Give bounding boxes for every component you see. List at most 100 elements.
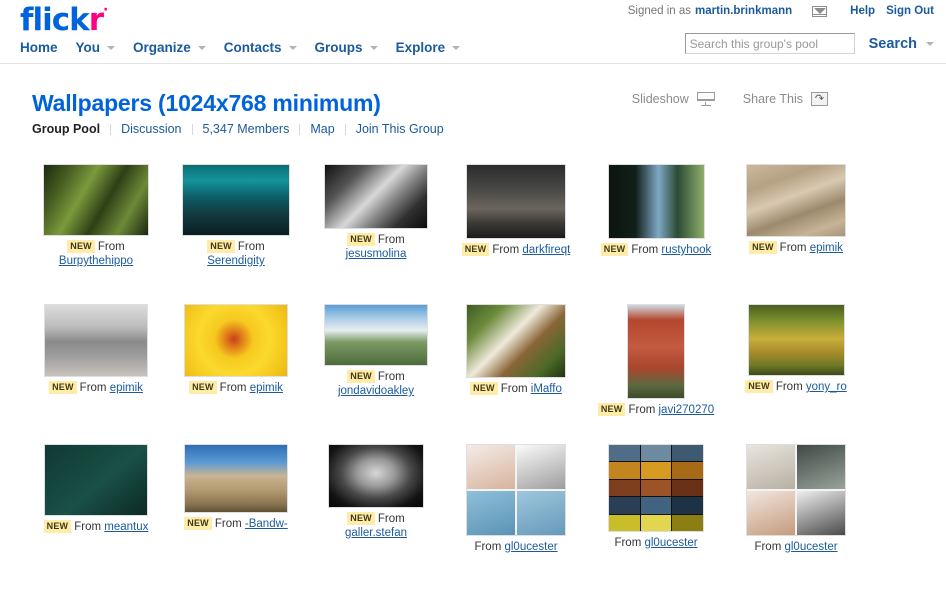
group-tabs: Group Pool Discussion 5,347 Members Map … [32, 122, 946, 136]
photo-caption: NEW From darkfireqt [461, 243, 570, 257]
new-badge: NEW [597, 403, 626, 416]
logo-text-primary: flick [20, 2, 90, 38]
tab-group-pool[interactable]: Group Pool [32, 122, 110, 136]
collage-tile [747, 491, 795, 535]
photo-owner-link[interactable]: epimik [810, 242, 843, 254]
nav-item-organize[interactable]: Organize [129, 38, 210, 57]
photo-thumbnail[interactable] [747, 304, 845, 376]
photo-thumbnail[interactable] [746, 444, 846, 536]
collage-tile [672, 445, 703, 462]
nav-item-explore[interactable]: Explore [392, 38, 465, 57]
photo-owner-link[interactable]: Burpythehippo [59, 255, 133, 267]
tab-members[interactable]: 5,347 Members [193, 122, 300, 136]
from-label: From [377, 513, 405, 525]
photo-thumbnail[interactable] [627, 304, 685, 399]
from-label: From [377, 234, 405, 246]
new-badge: NEW [749, 241, 777, 254]
photo-caption: NEW From iMaffo [470, 382, 562, 396]
nav-item-home[interactable]: Home [16, 38, 62, 57]
photo-thumbnail[interactable] [328, 444, 424, 508]
chevron-down-icon[interactable] [926, 41, 934, 46]
nav-item-you[interactable]: You [72, 38, 120, 57]
account-bar: Signed in as martin.brinkmann Help Sign … [628, 5, 934, 17]
photo-caption: NEW From Burpythehippo [37, 240, 155, 268]
slideshow-label: Slideshow [631, 92, 689, 106]
collage-tile [640, 462, 672, 479]
photo-owner-link[interactable]: epimik [250, 382, 283, 394]
photo-thumbnail[interactable] [607, 164, 705, 239]
help-link[interactable]: Help [850, 5, 875, 17]
search-button[interactable]: Search [869, 36, 917, 52]
collage-tile [797, 445, 845, 489]
photo-thumbnail[interactable] [608, 444, 704, 532]
photo-owner-link[interactable]: yony_ro [806, 381, 847, 393]
photo-caption: NEW From galler.stefan [317, 512, 435, 540]
photo-caption: NEW From jondavidoakley [317, 370, 435, 398]
tab-map[interactable]: Map [300, 122, 344, 136]
from-label: From [631, 244, 662, 256]
share-this-label: Share This [742, 92, 803, 106]
photo-owner-link[interactable]: rustyhook [661, 244, 711, 256]
logo-text-secondary: r [88, 2, 104, 38]
photo-thumbnail[interactable] [466, 444, 566, 536]
tab-discussion[interactable]: Discussion [111, 122, 191, 136]
collage-tile [467, 491, 515, 535]
photo-cell: From gl0ucester [736, 444, 856, 554]
username-link[interactable]: martin.brinkmann [695, 5, 792, 17]
photo-owner-link[interactable]: gl0ucester [784, 541, 837, 553]
share-this-button[interactable]: Share This ↷ [743, 92, 828, 106]
photo-owner-link[interactable]: -Bandw- [245, 518, 288, 530]
photo-thumbnail[interactable] [44, 304, 148, 377]
sign-out-link[interactable]: Sign Out [886, 5, 934, 17]
photo-thumbnail[interactable] [44, 444, 148, 516]
nav-item-groups[interactable]: Groups [311, 38, 382, 57]
new-badge: NEW [347, 233, 375, 246]
from-label: From [500, 383, 531, 395]
photo-owner-link[interactable]: Serendigity [207, 255, 265, 267]
collage-tile [609, 462, 640, 479]
photo-owner-link[interactable]: jesusmolina [346, 248, 407, 260]
tab-join-this-group[interactable]: Join This Group [346, 122, 454, 136]
photo-thumbnail[interactable] [184, 444, 288, 513]
from-label: From [614, 537, 645, 549]
photo-owner-link[interactable]: meantux [104, 521, 148, 533]
chevron-down-icon [107, 45, 116, 50]
photo-thumbnail[interactable] [324, 304, 428, 366]
photo-owner-link[interactable]: darkfireqt [522, 244, 570, 256]
photo-caption: NEW From -Bandw- [184, 517, 288, 531]
photo-cell: NEW From rustyhook [596, 164, 716, 257]
photo-owner-link[interactable]: jondavidoakley [338, 385, 414, 397]
nav-item-contacts[interactable]: Contacts [220, 38, 301, 57]
photo-owner-link[interactable]: iMaffo [531, 383, 562, 395]
photo-cell: NEW From epimik [736, 164, 856, 255]
chevron-down-icon [452, 45, 461, 50]
new-badge: NEW [49, 381, 77, 394]
photo-caption: NEW From meantux [43, 520, 148, 534]
search-input[interactable] [684, 33, 855, 54]
photo-thumbnail[interactable] [184, 304, 288, 377]
flickr-logo[interactable]: flickr· [20, 2, 108, 38]
photo-owner-link[interactable]: epimik [110, 382, 143, 394]
envelope-icon[interactable] [812, 5, 828, 17]
site-header: flickr· Home You Organize Contacts Group… [0, 0, 946, 64]
photo-thumbnail[interactable] [182, 164, 290, 236]
photo-owner-link[interactable]: gl0ucester [504, 541, 557, 553]
photo-pool-grid: NEW From Burpythehippo NEW From Serendigity… [0, 164, 946, 562]
photo-thumbnail[interactable] [466, 164, 566, 239]
photo-owner-link[interactable]: gl0ucester [644, 537, 697, 549]
photo-thumbnail[interactable] [43, 164, 149, 236]
nav-label: Contacts [223, 40, 282, 55]
photo-thumbnail[interactable] [466, 304, 566, 378]
new-badge: NEW [43, 520, 72, 533]
group-header: Wallpapers (1024x768 minimum) Group Pool… [0, 64, 946, 136]
photo-caption: From gl0ucester [754, 540, 837, 554]
collage-tile [672, 497, 703, 514]
collage-tile [640, 497, 672, 514]
slideshow-button[interactable]: Slideshow [632, 92, 715, 106]
photo-thumbnail[interactable] [324, 164, 428, 229]
photo-cell: NEW From epimik [176, 304, 296, 395]
from-label: From [779, 242, 810, 254]
photo-owner-link[interactable]: galler.stefan [345, 527, 407, 539]
photo-thumbnail[interactable] [746, 164, 846, 237]
photo-owner-link[interactable]: javi270270 [659, 404, 715, 416]
